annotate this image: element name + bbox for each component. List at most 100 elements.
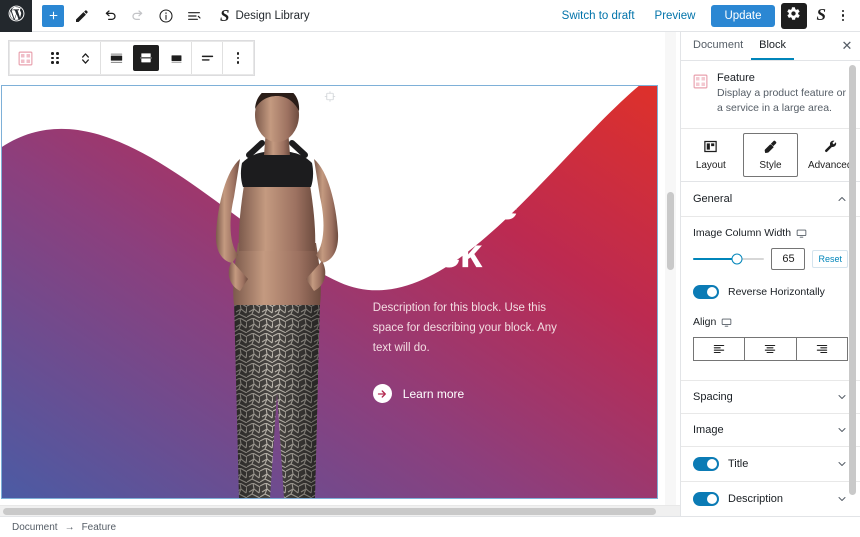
- block-navigation-button[interactable]: [180, 2, 208, 30]
- design-library-button[interactable]: S Design Library: [220, 7, 310, 24]
- image-column-width-label: Image Column Width: [693, 227, 792, 240]
- block-description: Display a product feature or a service i…: [717, 87, 846, 115]
- undo-arrow-icon: [102, 8, 118, 24]
- drag-handle[interactable]: [40, 42, 70, 74]
- feature-block-inner: Feature Block Description for this block…: [2, 86, 657, 498]
- desktop-icon[interactable]: [721, 317, 732, 328]
- align-center-button[interactable]: [133, 45, 159, 71]
- drag-grip-icon: [51, 52, 59, 64]
- stackable-settings-button[interactable]: S: [811, 6, 832, 25]
- arrow-right-circle-icon: [372, 384, 392, 404]
- canvas-hscrollbar-thumb[interactable]: [3, 508, 656, 515]
- top-bar-right-tools: Switch to draft Preview Update S: [552, 0, 860, 31]
- section-image-label: Image: [693, 424, 724, 437]
- feature-title[interactable]: Feature Block: [373, 181, 631, 278]
- move-block-button[interactable]: [70, 42, 100, 74]
- align-left-button[interactable]: [693, 337, 746, 362]
- align-center-button[interactable]: [744, 337, 797, 362]
- stackable-s-icon: S: [816, 5, 826, 24]
- reverse-horizontally-label: Reverse Horizontally: [728, 286, 825, 299]
- section-spacing-label: Spacing: [693, 391, 733, 404]
- slider-knob[interactable]: [731, 253, 743, 265]
- text-align-button[interactable]: [192, 42, 222, 74]
- desktop-icon[interactable]: [796, 228, 807, 239]
- section-general-header[interactable]: General: [681, 182, 860, 218]
- block-type-button[interactable]: [10, 42, 40, 74]
- image-column-width-label-row: Image Column Width: [693, 227, 848, 239]
- mode-layout[interactable]: Layout: [683, 133, 739, 177]
- preview-button[interactable]: Preview: [645, 10, 706, 22]
- block-toolbar-group-text: [192, 42, 223, 74]
- plus-icon: [47, 9, 60, 22]
- content-info-button[interactable]: [152, 2, 180, 30]
- feature-block-icon: [17, 50, 34, 67]
- canvas-scrollbar-thumb[interactable]: [667, 192, 674, 270]
- reverse-horizontally-toggle[interactable]: [693, 285, 719, 300]
- feature-block[interactable]: Feature Block Description for this block…: [1, 85, 658, 499]
- breadcrumb-item-feature[interactable]: Feature: [82, 522, 116, 533]
- section-description[interactable]: Description: [681, 482, 860, 516]
- sidebar-vertical-scrollbar[interactable]: [848, 63, 857, 514]
- feature-description[interactable]: Description for this block. Use this spa…: [373, 298, 563, 358]
- more-options-button[interactable]: [223, 42, 253, 74]
- align-right-icon: [168, 50, 185, 67]
- edit-mode-button[interactable]: [68, 2, 96, 30]
- block-move-handle[interactable]: [323, 90, 336, 103]
- tab-document[interactable]: Document: [685, 32, 751, 60]
- switch-to-draft-button[interactable]: Switch to draft: [552, 10, 645, 22]
- editor-main: Feature Block Description for this block…: [0, 32, 860, 516]
- chevron-up-icon: [836, 193, 848, 205]
- block-toolbar-group-block: [10, 42, 101, 74]
- add-block-button[interactable]: [42, 4, 64, 27]
- wordpress-logo-button[interactable]: [0, 0, 32, 32]
- canvas-vertical-scrollbar[interactable]: [665, 32, 676, 505]
- align-text-center-icon: [763, 342, 777, 356]
- undo-button[interactable]: [96, 2, 124, 30]
- redo-button[interactable]: [124, 2, 152, 30]
- section-image[interactable]: Image: [681, 414, 860, 448]
- update-button[interactable]: Update: [711, 4, 775, 27]
- text-align-icon: [199, 50, 216, 67]
- align-right-button[interactable]: [161, 42, 191, 74]
- sidebar-mode-tabs: Layout Style Advanced: [681, 128, 860, 183]
- align-right-button[interactable]: [795, 337, 848, 362]
- close-sidebar-button[interactable]: ✕: [834, 33, 860, 59]
- feature-block-content: Feature Block Description for this block…: [369, 86, 657, 498]
- sidebar-scrollbar-thumb[interactable]: [849, 65, 856, 495]
- title-toggle[interactable]: [693, 457, 719, 472]
- mode-style[interactable]: Style: [743, 133, 799, 177]
- description-toggle[interactable]: [693, 492, 719, 507]
- align-left-button[interactable]: [101, 42, 131, 74]
- redo-arrow-icon: [130, 8, 146, 24]
- design-library-label: Design Library: [235, 9, 310, 22]
- reverse-horizontally-row[interactable]: Reverse Horizontally: [693, 285, 848, 300]
- mode-layout-label: Layout: [695, 160, 726, 172]
- more-options-button[interactable]: [832, 3, 854, 29]
- info-circle-icon: [158, 8, 174, 24]
- breadcrumb-item-document[interactable]: Document: [12, 522, 58, 533]
- feature-cta-label: Learn more: [402, 386, 465, 401]
- settings-button[interactable]: [780, 2, 807, 29]
- align-text-left-icon: [712, 342, 726, 356]
- feature-image: [182, 93, 372, 498]
- canvas-horizontal-scrollbar[interactable]: [0, 505, 680, 516]
- tab-block[interactable]: Block: [751, 32, 795, 60]
- sidebar-section-gap: [681, 373, 860, 382]
- image-column-width-input[interactable]: [771, 248, 806, 271]
- block-toolbar: [9, 41, 254, 75]
- chevron-down-icon: [836, 458, 848, 470]
- editor-top-bar: S Design Library Switch to draft Preview…: [0, 0, 860, 32]
- gear-icon: [786, 6, 801, 26]
- settings-sidebar: Document Block ✕ Feature Display a produ…: [680, 32, 860, 516]
- sidebar-scroll-area: Feature Display a product feature or a s…: [681, 61, 860, 516]
- image-column-width-reset-button[interactable]: Reset: [812, 250, 848, 269]
- feature-cta-button[interactable]: Learn more: [372, 384, 631, 404]
- section-spacing[interactable]: Spacing: [681, 381, 860, 415]
- slider-fill: [693, 258, 738, 261]
- layout-icon: [703, 139, 718, 154]
- section-title[interactable]: Title: [681, 447, 860, 483]
- section-general-body: Image Column Width Reset Reverse Horiz: [681, 217, 860, 373]
- sidebar-tabs: Document Block ✕: [681, 32, 860, 61]
- image-column-width-slider[interactable]: [693, 253, 765, 265]
- block-info-text: Feature Display a product feature or a s…: [717, 72, 848, 116]
